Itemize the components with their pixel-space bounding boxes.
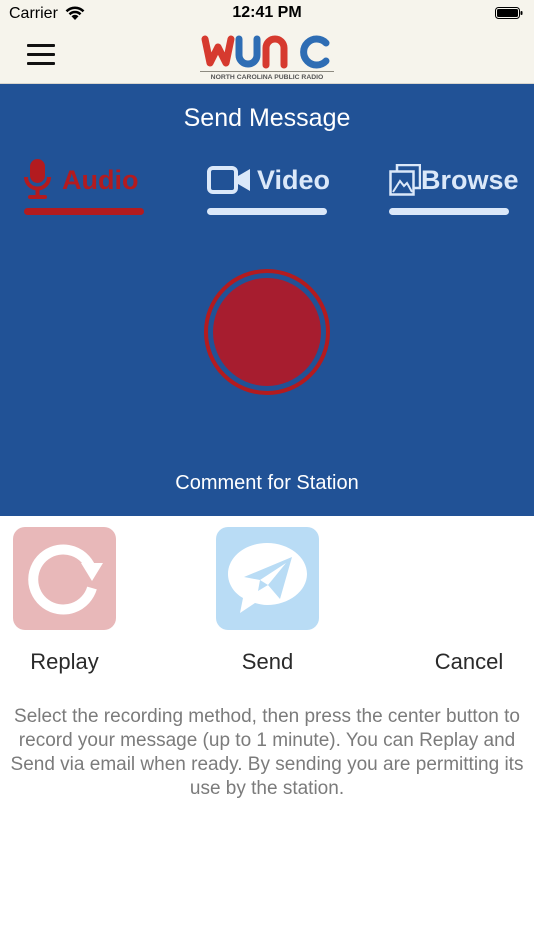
tab-audio-indicator: [24, 208, 144, 215]
tab-video-label: Video: [257, 165, 331, 195]
app-header: NORTH CAROLINA PUBLIC RADIO: [0, 28, 534, 84]
status-bar: Carrier 12:41 PM: [0, 0, 534, 28]
send-icon: [228, 543, 307, 613]
tab-browse-indicator: [389, 208, 509, 215]
tab-browse-label: Browse: [421, 165, 519, 195]
battery-icon: [495, 7, 523, 19]
hamburger-line: [27, 44, 55, 47]
logo-subtitle: NORTH CAROLINA PUBLIC RADIO: [211, 74, 324, 81]
send-label[interactable]: Send: [216, 649, 319, 675]
instructions-text: Select the recording method, then press …: [10, 706, 524, 799]
tab-audio-label: Audio: [62, 165, 139, 195]
microphone-icon: [24, 159, 51, 199]
gallery-icon: [389, 164, 421, 196]
hamburger-line: [27, 62, 55, 65]
replay-button[interactable]: [13, 527, 116, 630]
menu-button[interactable]: [27, 44, 55, 66]
tab-audio[interactable]: Audio: [24, 157, 144, 215]
record-button[interactable]: [203, 268, 331, 396]
replay-icon: [28, 544, 103, 615]
tab-video-indicator: [207, 208, 327, 215]
video-camera-icon: [207, 166, 250, 194]
tab-browse[interactable]: Browse: [389, 157, 519, 215]
hamburger-line: [27, 53, 55, 56]
wunc-logo: NORTH CAROLINA PUBLIC RADIO: [200, 35, 334, 81]
replay-label[interactable]: Replay: [13, 649, 116, 675]
send-message-panel: Send Message Audio Video Browse Comment: [0, 84, 534, 516]
clock: 12:41 PM: [232, 4, 302, 21]
panel-title: Send Message: [183, 104, 351, 132]
tab-video[interactable]: Video: [207, 157, 331, 215]
send-button[interactable]: [216, 527, 319, 630]
station-label: Comment for Station: [175, 472, 359, 494]
cancel-button[interactable]: Cancel: [420, 649, 518, 675]
